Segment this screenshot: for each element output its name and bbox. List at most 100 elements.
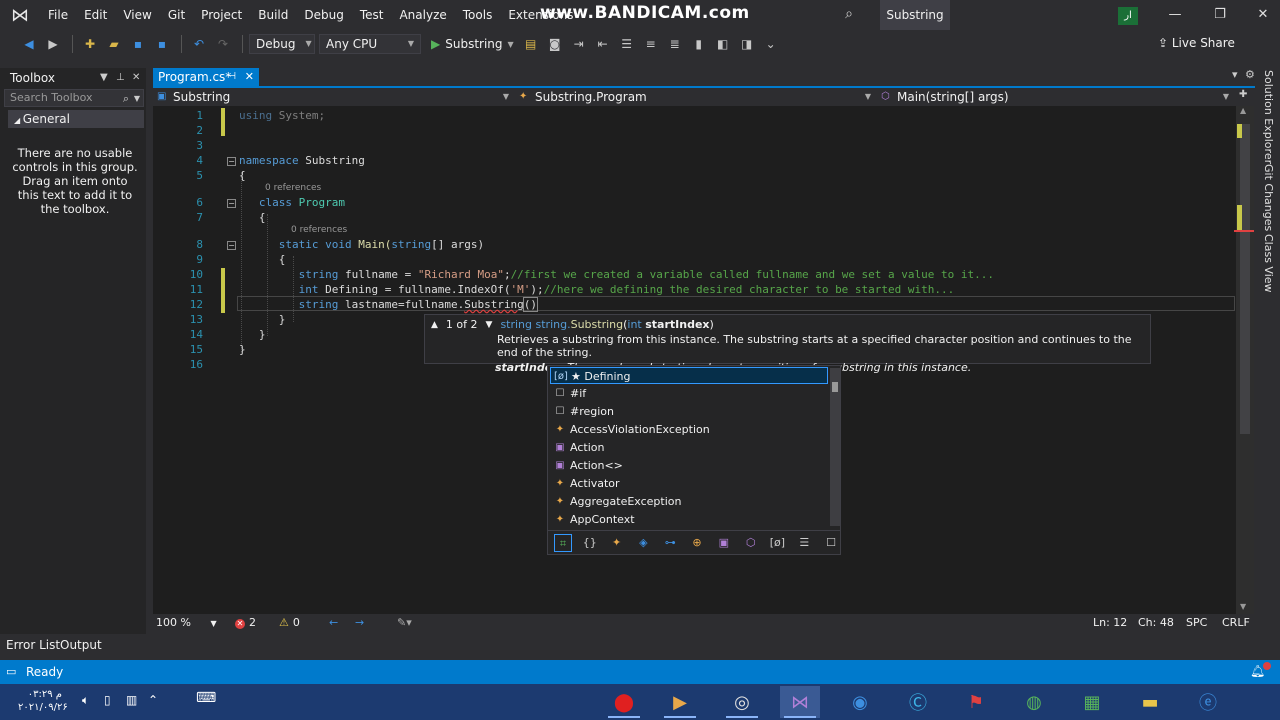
volume-icon[interactable]: 🔈︎ — [82, 693, 89, 708]
class-filter-icon[interactable]: ✦ — [608, 534, 626, 552]
menu-build[interactable]: Build — [250, 0, 296, 30]
overload-up-icon[interactable]: ▲ — [431, 320, 438, 330]
scrollbar-thumb[interactable] — [832, 382, 838, 392]
visual-studio-logo-icon[interactable]: ⋈ — [0, 0, 40, 30]
codelens-references[interactable]: 0 references — [291, 225, 347, 235]
line-ending[interactable]: CRLF — [1222, 616, 1250, 629]
whitespace-mode[interactable]: SPC — [1186, 616, 1207, 629]
menu-file[interactable]: File — [40, 0, 76, 30]
outdent-icon[interactable]: ☰ — [616, 34, 638, 54]
error-count[interactable]: ✕ 2 — [235, 616, 256, 629]
tab-error-list[interactable]: Error List — [6, 638, 60, 652]
member-dropdown[interactable]: ⬡ Main(string[] args) ▼ — [877, 89, 1233, 105]
completion-item[interactable]: ✦ AccessViolationException — [550, 421, 828, 438]
visual-studio-app-icon[interactable]: ⋈ — [780, 686, 820, 718]
save-all-icon[interactable]: ▪ — [151, 34, 173, 54]
browse-icon[interactable]: ▤ — [520, 34, 542, 54]
uncomment-icon[interactable]: ≣ — [664, 34, 686, 54]
toolbar-options-icon[interactable]: ⌄ — [760, 34, 782, 54]
local-filter-icon[interactable]: [ø] — [769, 534, 787, 552]
zoom-dropdown[interactable]: 100 % ▼ — [156, 616, 217, 629]
show-hidden-icons-icon[interactable]: ⌃ — [148, 693, 158, 707]
bookmark-prev-icon[interactable]: ◧ — [712, 34, 734, 54]
completion-item[interactable]: ☐ #region — [550, 403, 828, 420]
step-icon[interactable]: ⇥ — [568, 34, 590, 54]
firefox-app-icon[interactable]: ◉ — [840, 686, 880, 718]
snippet-filter-icon[interactable]: ☐ — [822, 534, 840, 552]
collapse-icon[interactable]: − — [227, 157, 236, 166]
open-folder-icon[interactable]: ▰ — [103, 34, 125, 54]
chrome-app-icon[interactable]: ◍ — [1014, 686, 1054, 718]
pin-icon[interactable]: ⊥ — [116, 68, 125, 88]
new-project-icon[interactable]: ✚ — [79, 34, 101, 54]
navigate-back-icon[interactable]: ◀ — [18, 34, 40, 54]
warning-count[interactable]: ⚠ 0 — [279, 616, 300, 629]
collapse-icon[interactable]: − — [227, 199, 236, 208]
toolbox-search-input[interactable]: Search Toolbox ⌕ ▼ — [4, 89, 144, 107]
menu-project[interactable]: Project — [193, 0, 250, 30]
gear-icon[interactable]: ⚙ — [1245, 68, 1255, 81]
split-editor-icon[interactable]: ✚ — [1239, 89, 1247, 100]
menu-view[interactable]: View — [115, 0, 159, 30]
method-filter-icon[interactable]: ⬡ — [742, 534, 760, 552]
bookmark-icon[interactable]: ▮ — [688, 34, 710, 54]
screenshot-icon[interactable]: ◙ — [544, 34, 566, 54]
completion-scrollbar[interactable] — [830, 368, 840, 526]
search-icon[interactable]: ⌕ — [123, 91, 129, 107]
battery-icon[interactable]: ▯ — [104, 693, 111, 707]
completion-item[interactable]: [ø] ★ Defining — [550, 367, 828, 384]
completion-item[interactable]: ✦ AggregateException — [550, 493, 828, 510]
bandicam-app-icon[interactable]: ⬤ — [604, 686, 644, 718]
menu-analyze[interactable]: Analyze — [391, 0, 454, 30]
platform-dropdown[interactable]: Any CPU ▼ — [319, 34, 421, 54]
collapse-icon[interactable]: − — [227, 241, 236, 250]
user-avatar[interactable]: ار — [1118, 7, 1138, 25]
scroll-up-icon[interactable]: ▲ — [1240, 106, 1246, 115]
expand-filter-icon[interactable]: ⌗ — [554, 533, 572, 552]
tab-git-changes[interactable]: Git Changes — [1262, 164, 1275, 231]
tab-solution-explorer[interactable]: Solution Explorer — [1262, 70, 1275, 164]
snipping-tool-app-icon[interactable]: ◎ — [722, 686, 762, 718]
network-icon[interactable]: ▥ — [126, 693, 137, 707]
tab-list-icon[interactable]: ▾ — [1232, 68, 1238, 81]
search-icon[interactable]: ⌕ — [838, 6, 860, 24]
comment-icon[interactable]: ≡ — [640, 34, 662, 54]
start-debugging-button[interactable]: ▶ Substring ▼ — [425, 37, 520, 51]
chevron-down-icon[interactable]: ▼ — [134, 91, 140, 107]
media-player-app-icon[interactable]: ▶ — [660, 686, 700, 718]
completion-item[interactable]: ▣ Action<> — [550, 457, 828, 474]
close-tab-icon[interactable]: ✕ — [245, 68, 254, 86]
type-dropdown[interactable]: ✦ Substring.Program ▼ — [515, 89, 875, 105]
close-icon[interactable]: ✕ — [1246, 0, 1280, 30]
toolbox-group-general[interactable]: ◢ General — [8, 110, 144, 128]
code-cleanup-icon[interactable]: ✎▾ — [397, 616, 412, 629]
project-dropdown[interactable]: ▣ Substring ▼ — [153, 89, 513, 105]
undo-icon[interactable]: ↶ — [188, 34, 210, 54]
navigate-forward-icon[interactable]: ▶ — [42, 34, 64, 54]
live-share-button[interactable]: ⇪ Live Share — [1158, 36, 1235, 50]
interface-filter-icon[interactable]: ⊶ — [661, 534, 679, 552]
grabber-app-icon[interactable]: ⚑ — [956, 686, 996, 718]
line-indicator[interactable]: Ln: 12 — [1093, 616, 1127, 629]
next-issue-icon[interactable]: → — [355, 616, 364, 629]
previous-issue-icon[interactable]: ← — [329, 616, 338, 629]
system-clock[interactable]: ۰۳:۲۹ م ۲۰۲۱/۰۹/۲۶ — [18, 688, 68, 714]
configuration-dropdown[interactable]: Debug ▼ — [249, 34, 315, 54]
save-icon[interactable]: ▪ — [127, 34, 149, 54]
file-explorer-app-icon[interactable]: ▬ — [1130, 686, 1170, 718]
menu-git[interactable]: Git — [160, 0, 193, 30]
tab-class-view[interactable]: Class View — [1262, 234, 1275, 293]
completion-item[interactable]: ▣ Action — [550, 439, 828, 456]
keyword-filter-icon[interactable]: ☰ — [795, 534, 813, 552]
menu-debug[interactable]: Debug — [296, 0, 351, 30]
minimize-icon[interactable]: — — [1158, 0, 1192, 30]
scroll-down-icon[interactable]: ▼ — [1240, 602, 1246, 611]
excel-app-icon[interactable]: ▦ — [1072, 686, 1112, 718]
overload-down-icon[interactable]: ▼ — [486, 320, 493, 330]
column-indicator[interactable]: Ch: 48 — [1138, 616, 1174, 629]
indent-icon[interactable]: ⇤ — [592, 34, 614, 54]
enum-filter-icon[interactable]: ⊕ — [688, 534, 706, 552]
ccleaner-app-icon[interactable]: Ⓒ — [898, 686, 938, 718]
tab-program-cs[interactable]: Program.cs* ⊣ ✕ — [153, 68, 259, 86]
completion-item[interactable]: ☐ #if — [550, 385, 828, 402]
